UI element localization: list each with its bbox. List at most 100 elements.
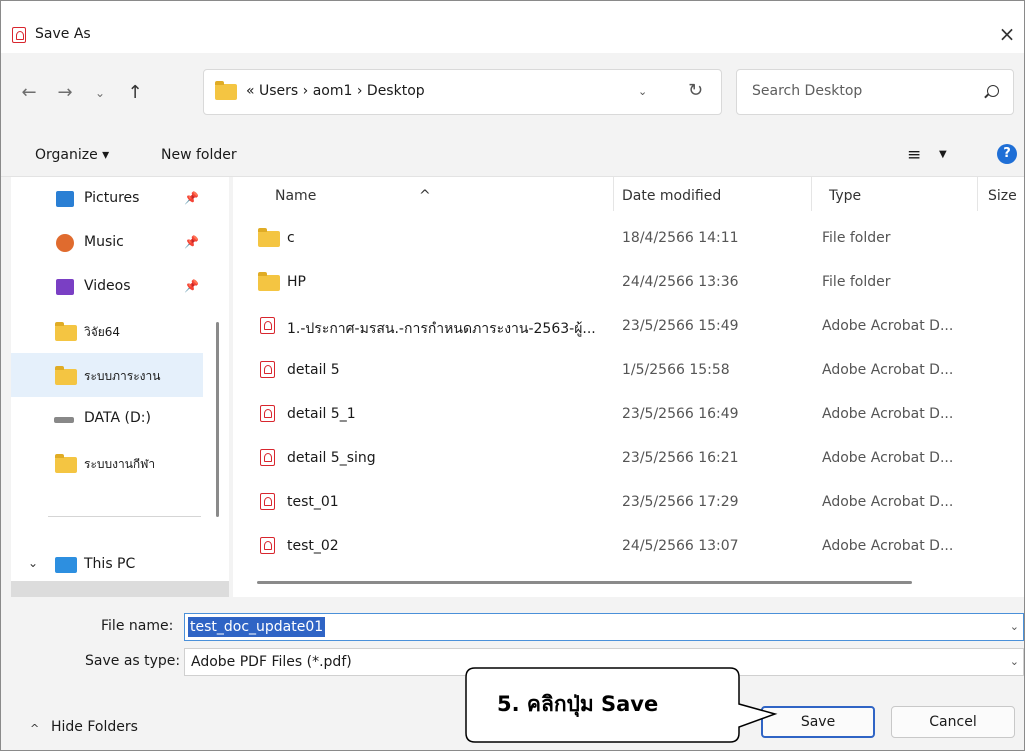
column-divider[interactable] bbox=[977, 177, 978, 211]
sidebar-item-sports-system[interactable]: ระบบงานกีฬา bbox=[11, 441, 203, 485]
file-name-dropdown-icon[interactable]: ⌄ bbox=[1010, 620, 1019, 633]
folder-icon bbox=[215, 81, 237, 100]
search-input[interactable]: Search Desktop bbox=[736, 69, 1014, 115]
pdf-app-icon bbox=[12, 27, 26, 43]
view-dropdown-icon[interactable]: ▼ bbox=[939, 149, 947, 160]
file-name-field[interactable]: test_doc_update01 ⌄ bbox=[184, 613, 1024, 641]
up-arrow-icon[interactable]: ↑ bbox=[121, 79, 149, 107]
address-row: ← → ⌄ ↑ « Users › aom1 › Desktop ⌄ ↻ Sea… bbox=[1, 53, 1024, 133]
list-item[interactable]: detail 5 1/5/2566 15:58 Adobe Acrobat D.… bbox=[233, 349, 1024, 393]
list-item[interactable]: HP 24/4/2566 13:36 File folder bbox=[233, 261, 1024, 305]
file-name-label: File name: bbox=[101, 618, 174, 634]
search-placeholder: Search Desktop bbox=[752, 83, 863, 99]
file-name: 1.-ประกาศ-มรสน.-การกำหนดภาระงาน-2563-ผู้… bbox=[287, 321, 596, 337]
pdf-file-icon bbox=[260, 537, 275, 554]
column-type[interactable]: Type bbox=[829, 188, 861, 204]
save-type-dropdown-icon[interactable]: ⌄ bbox=[1010, 655, 1019, 668]
file-date: 1/5/2566 15:58 bbox=[622, 362, 730, 378]
forward-arrow-icon[interactable]: → bbox=[51, 79, 79, 107]
file-name: detail 5_sing bbox=[287, 450, 376, 466]
breadcrumb[interactable]: « Users › aom1 › Desktop bbox=[246, 83, 425, 99]
file-date: 23/5/2566 17:29 bbox=[622, 494, 739, 510]
column-date-modified[interactable]: Date modified bbox=[622, 188, 721, 204]
save-type-label: Save as type: bbox=[85, 653, 181, 669]
pdf-file-icon bbox=[260, 317, 275, 334]
file-date: 23/5/2566 15:49 bbox=[622, 318, 739, 334]
search-icon[interactable] bbox=[987, 85, 999, 97]
pin-icon: 📌 bbox=[184, 191, 199, 205]
save-as-dialog: Save As × ← → ⌄ ↑ « Users › aom1 › Deskt… bbox=[0, 0, 1025, 751]
list-item[interactable]: 1.-ประกาศ-มรสน.-การกำหนดภาระงาน-2563-ผู้… bbox=[233, 305, 1024, 349]
sidebar-item-videos[interactable]: Videos 📌 bbox=[11, 265, 203, 309]
new-folder-button[interactable]: New folder bbox=[161, 147, 237, 163]
videos-icon bbox=[56, 279, 74, 295]
address-dropdown-icon[interactable]: ⌄ bbox=[638, 85, 647, 98]
sidebar-item-research64[interactable]: วิจัย64 bbox=[11, 309, 203, 353]
file-name: HP bbox=[287, 274, 306, 290]
file-date: 24/5/2566 13:07 bbox=[622, 538, 739, 554]
column-divider[interactable] bbox=[613, 177, 614, 211]
pdf-file-icon bbox=[260, 493, 275, 510]
column-divider[interactable] bbox=[811, 177, 812, 211]
file-type: File folder bbox=[822, 230, 891, 246]
recent-locations-chevron-icon[interactable]: ⌄ bbox=[86, 79, 114, 107]
list-item[interactable]: test_02 24/5/2566 13:07 Adobe Acrobat D.… bbox=[233, 525, 1024, 569]
organize-button[interactable]: Organize ▾ bbox=[35, 147, 109, 163]
file-type: Adobe Acrobat D... bbox=[822, 494, 954, 510]
refresh-icon[interactable]: ↻ bbox=[688, 80, 703, 101]
file-date: 18/4/2566 14:11 bbox=[622, 230, 739, 246]
sidebar-item-label: ระบบงานกีฬา bbox=[84, 457, 156, 471]
column-size[interactable]: Size bbox=[988, 188, 1017, 204]
folder-icon bbox=[258, 228, 280, 247]
sidebar-item-data-drive[interactable]: DATA (D:) bbox=[11, 397, 203, 441]
address-bar[interactable]: « Users › aom1 › Desktop ⌄ ↻ bbox=[203, 69, 722, 115]
back-arrow-icon[interactable]: ← bbox=[15, 79, 43, 107]
column-name[interactable]: Name bbox=[275, 188, 316, 204]
folder-icon bbox=[55, 454, 77, 473]
sidebar-item-pictures[interactable]: Pictures 📌 bbox=[11, 177, 203, 221]
sidebar-scroll-track bbox=[11, 581, 229, 597]
list-item[interactable]: detail 5_sing 23/5/2566 16:21 Adobe Acro… bbox=[233, 437, 1024, 481]
save-button[interactable]: Save bbox=[761, 706, 875, 738]
sort-ascending-icon: ^ bbox=[419, 188, 431, 204]
hide-folders-chevron-icon[interactable]: ^ bbox=[30, 722, 39, 735]
navigation-pane: Pictures 📌 Music 📌 Videos 📌 วิจัย64 ระบบ… bbox=[11, 177, 229, 597]
pictures-icon bbox=[56, 191, 74, 207]
hide-folders-button[interactable]: Hide Folders bbox=[51, 719, 138, 735]
column-header-row: ^ Name Date modified Type Size bbox=[233, 177, 1024, 217]
sidebar-item-label: ระบบภาระงาน bbox=[84, 369, 161, 383]
save-type-value: Adobe PDF Files (*.pdf) bbox=[191, 654, 352, 670]
sidebar-item-label: DATA (D:) bbox=[84, 410, 151, 426]
horizontal-scrollbar[interactable] bbox=[257, 581, 912, 584]
list-item[interactable]: test_01 23/5/2566 17:29 Adobe Acrobat D.… bbox=[233, 481, 1024, 525]
sidebar-item-music[interactable]: Music 📌 bbox=[11, 221, 203, 265]
folder-icon bbox=[258, 272, 280, 291]
file-date: 23/5/2566 16:21 bbox=[622, 450, 739, 466]
file-type: Adobe Acrobat D... bbox=[822, 450, 954, 466]
drive-icon bbox=[54, 417, 74, 423]
save-type-select[interactable]: Adobe PDF Files (*.pdf) ⌄ bbox=[184, 648, 1024, 676]
file-date: 23/5/2566 16:49 bbox=[622, 406, 739, 422]
pin-icon: 📌 bbox=[184, 235, 199, 249]
folder-icon bbox=[55, 366, 77, 385]
file-type: Adobe Acrobat D... bbox=[822, 362, 954, 378]
command-toolbar: Organize ▾ New folder ≡ ▼ ? bbox=[1, 133, 1024, 177]
view-options-icon[interactable]: ≡ bbox=[907, 145, 921, 165]
sidebar-scrollbar[interactable] bbox=[216, 322, 219, 517]
list-item[interactable]: detail 5_1 23/5/2566 16:49 Adobe Acrobat… bbox=[233, 393, 1024, 437]
file-type: Adobe Acrobat D... bbox=[822, 406, 954, 422]
help-icon[interactable]: ? bbox=[997, 144, 1017, 164]
pdf-file-icon bbox=[260, 449, 275, 466]
close-button[interactable]: × bbox=[992, 21, 1022, 47]
pdf-file-icon bbox=[260, 405, 275, 422]
file-name: test_01 bbox=[287, 494, 339, 510]
music-icon bbox=[56, 234, 74, 252]
file-name-value[interactable]: test_doc_update01 bbox=[188, 617, 326, 637]
file-name: detail 5_1 bbox=[287, 406, 356, 422]
file-type: Adobe Acrobat D... bbox=[822, 538, 954, 554]
cancel-button[interactable]: Cancel bbox=[891, 706, 1015, 738]
file-list: ^ Name Date modified Type Size c 18/4/25… bbox=[233, 177, 1024, 597]
list-item[interactable]: c 18/4/2566 14:11 File folder bbox=[233, 217, 1024, 261]
file-type: File folder bbox=[822, 274, 891, 290]
sidebar-item-workload-system[interactable]: ระบบภาระงาน bbox=[11, 353, 203, 397]
